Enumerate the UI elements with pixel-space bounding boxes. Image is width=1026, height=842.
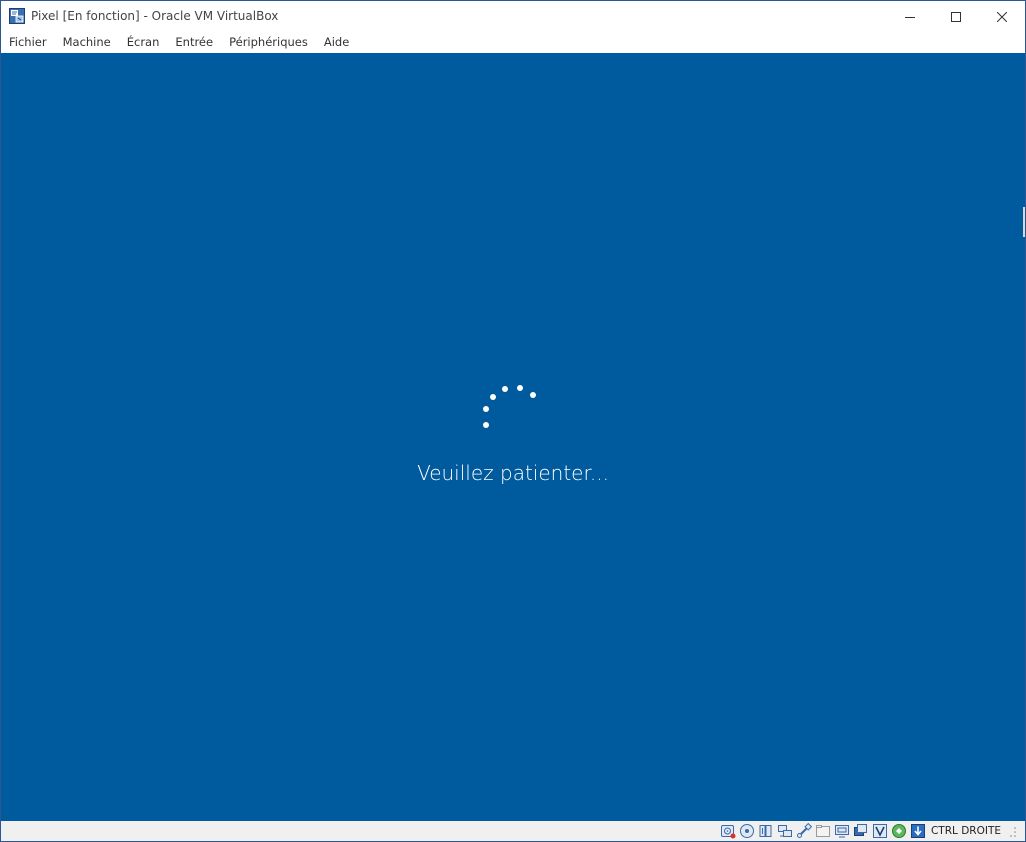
minimize-button[interactable] (887, 1, 933, 32)
spinner-dot (483, 406, 489, 412)
audio-icon[interactable] (758, 823, 774, 839)
spinner-dot (502, 386, 508, 392)
please-wait-message: Veuillez patienter... (417, 461, 609, 485)
menu-fichier[interactable]: Fichier (1, 32, 55, 53)
menu-ecran[interactable]: Écran (119, 32, 168, 53)
menu-machine[interactable]: Machine (55, 32, 119, 53)
maximize-icon (951, 11, 961, 22)
close-icon (997, 11, 1007, 22)
status-indicators: CTRL DROITE (720, 823, 1017, 839)
menu-entree[interactable]: Entrée (167, 32, 221, 53)
status-bar: CTRL DROITE (1, 821, 1025, 841)
usb-icon[interactable] (796, 823, 812, 839)
resize-grip-icon[interactable] (1009, 824, 1017, 838)
spinner-dot (517, 385, 523, 391)
close-button[interactable] (979, 1, 1025, 32)
keyboard-capture-icon[interactable] (910, 823, 926, 839)
minimize-icon (905, 16, 915, 18)
maximize-button[interactable] (933, 1, 979, 32)
optical-drive-icon[interactable] (739, 823, 755, 839)
network-icon[interactable] (777, 823, 793, 839)
menu-aide[interactable]: Aide (316, 32, 357, 53)
virtualization-icon[interactable] (872, 823, 888, 839)
loading-spinner-icon (471, 375, 551, 435)
guest-edge-marker (1023, 207, 1025, 237)
menu-bar: Fichier Machine Écran Entrée Périphériqu… (1, 32, 1025, 53)
hard-disk-icon[interactable] (720, 823, 736, 839)
spinner-dot (490, 394, 496, 400)
spinner-dot (483, 422, 489, 428)
menu-peripheriques[interactable]: Périphériques (221, 32, 316, 53)
spinner-dot (530, 392, 536, 398)
title-bar[interactable]: Pixel [En fonction] - Oracle VM VirtualB… (1, 1, 1025, 32)
video-capture-icon[interactable] (853, 823, 869, 839)
shared-folders-icon[interactable] (815, 823, 831, 839)
virtualbox-window: Pixel [En fonction] - Oracle VM VirtualB… (0, 0, 1026, 842)
host-key-label: CTRL DROITE (930, 825, 1001, 837)
mouse-integration-icon[interactable] (891, 823, 907, 839)
display-icon[interactable] (834, 823, 850, 839)
virtualbox-icon (9, 8, 25, 24)
window-title: Pixel [En fonction] - Oracle VM VirtualB… (31, 9, 279, 23)
guest-display[interactable]: Veuillez patienter... (1, 53, 1025, 821)
